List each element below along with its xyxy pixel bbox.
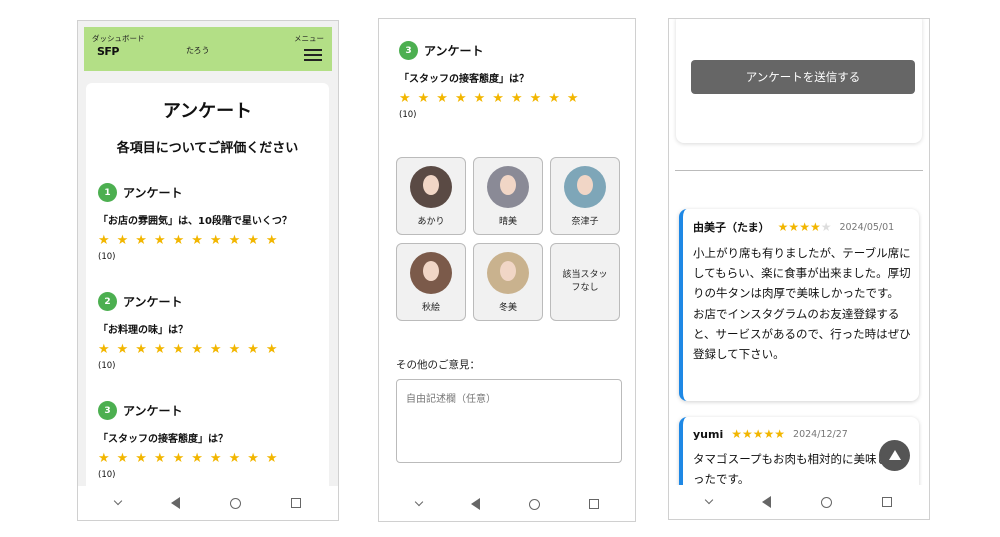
review-body: 小上がり席も有りましたが、テーブル席にしてもらい、楽に食事が出来ました。厚切りの… (693, 246, 911, 362)
chevron-down-icon[interactable] (113, 496, 123, 506)
question-label: アンケート (123, 295, 183, 309)
question-text: 「お料理の味」は？ (98, 325, 188, 336)
review-date: 2024/12/27 (793, 428, 848, 440)
recents-icon[interactable] (291, 498, 301, 508)
review-stars: ★★★★★ (777, 220, 832, 234)
android-nav-bar (669, 485, 929, 519)
question-text: 「スタッフの接客態度」は？ (98, 434, 228, 445)
rating-score: (10) (399, 110, 417, 120)
staff-name: 冬美 (498, 302, 517, 313)
question-2: 2 アンケート 「お料理の味」は？ ★★★★★★★★★★ (10) (98, 292, 318, 371)
staff-card-harumi[interactable]: 晴美 (473, 157, 543, 235)
star-rating[interactable]: ★★★★★★★★★★ (98, 451, 318, 466)
staff-avatar (487, 165, 529, 208)
question-text: 「お店の雰囲気」は、10段階で星いくつ？ (98, 216, 292, 227)
staff-card-akari[interactable]: あかり (396, 157, 466, 235)
phone-survey-top: ダッシュボード SFP たろう メニュー アンケート 各項目についてご評価くださ… (77, 20, 339, 521)
reviewer-name: yumi (693, 427, 724, 441)
back-icon[interactable] (171, 497, 180, 509)
step-number: 3 (98, 401, 117, 420)
app-header: ダッシュボード SFP たろう メニュー (84, 27, 332, 71)
staff-card-natsuko[interactable]: 奈津子 (550, 157, 620, 235)
sfp-logo[interactable]: SFP (97, 45, 120, 58)
staff-name: 奈津子 (571, 216, 599, 227)
hamburger-menu-icon[interactable] (304, 49, 322, 64)
home-icon[interactable] (230, 497, 241, 509)
back-icon[interactable] (470, 498, 480, 510)
staff-name: あかり (417, 216, 445, 227)
review-date: 2024/05/01 (839, 221, 895, 233)
staff-avatar (564, 165, 606, 208)
question-label: アンケート (123, 404, 183, 418)
other-opinion-label: その他のご意見： (396, 359, 480, 371)
scroll-to-top-button[interactable] (879, 440, 910, 471)
recents-icon[interactable] (588, 499, 599, 509)
review-stars: ★★★★★ (731, 427, 786, 441)
step-number: 1 (98, 183, 117, 202)
home-icon[interactable] (528, 498, 540, 510)
star-rating[interactable]: ★★★★★★★★★★ (98, 233, 318, 248)
divider (675, 170, 923, 171)
dashboard-link[interactable]: ダッシュボード (92, 33, 145, 44)
question-1: 1 アンケート 「お店の雰囲気」は、10段階で星いくつ？ ★★★★★★★★★★ (… (98, 183, 318, 262)
rating-score: (10) (98, 252, 116, 262)
submit-card: アンケートを送信する (676, 19, 922, 143)
chevron-down-icon[interactable] (704, 495, 714, 505)
back-icon[interactable] (762, 496, 771, 508)
question-label: アンケート (424, 44, 484, 58)
submit-survey-button[interactable]: アンケートを送信する (691, 60, 915, 94)
user-name: たろう (186, 46, 210, 55)
android-nav-bar (379, 487, 635, 521)
menu-label: メニュー (294, 34, 324, 43)
review-card: 由美子（たま） ★★★★★ 2024/05/01 小上がり席も有りましたが、テー… (679, 209, 919, 401)
star-rating[interactable]: ★★★★★★★★★★ (399, 91, 629, 106)
recents-icon[interactable] (882, 497, 892, 507)
staff-name: 晴美 (498, 216, 517, 227)
question-3: 3 アンケート 「スタッフの接客態度」は？ ★★★★★★★★★★ (10) (98, 401, 318, 480)
staff-avatar (410, 165, 452, 208)
staff-card-akie[interactable]: 秋絵 (396, 243, 466, 321)
page-subtitle: 各項目についてご評価ください (116, 141, 299, 156)
staff-selector: あかり 晴美 奈津子 秋絵 冬美 該当スタッフなし (396, 157, 622, 321)
staff-avatar (410, 251, 452, 294)
question-label: アンケート (123, 186, 183, 200)
step-number: 3 (399, 41, 418, 60)
no-staff-label: 該当スタッフなし (562, 269, 608, 294)
home-icon[interactable] (821, 496, 832, 508)
chevron-down-icon[interactable] (414, 497, 423, 507)
question-3: 3 アンケート 「スタッフの接客態度」は？ ★★★★★★★★★★ (10) (399, 41, 629, 120)
staff-card-none[interactable]: 該当スタッフなし (550, 243, 620, 321)
step-number: 2 (98, 292, 117, 311)
page-title: アンケート (162, 101, 253, 122)
staff-name: 秋絵 (421, 302, 440, 313)
android-nav-bar (78, 486, 338, 520)
reviewer-name: 由美子（たま） (693, 221, 770, 234)
free-comment-textarea[interactable]: 自由記述欄（任意） (396, 379, 622, 463)
staff-avatar (487, 251, 529, 294)
staff-card-fuyumi[interactable]: 冬美 (473, 243, 543, 321)
rating-score: (10) (98, 470, 116, 480)
survey-card: アンケート 各項目についてご評価ください 1 アンケート 「お店の雰囲気」は、10… (86, 83, 329, 493)
rating-score: (10) (98, 361, 116, 371)
phone-reviews: アンケートを送信する 由美子（たま） ★★★★★ 2024/05/01 小上がり… (668, 18, 930, 520)
phone-survey-staff: 3 アンケート 「スタッフの接客態度」は？ ★★★★★★★★★★ (10) あかり… (378, 18, 636, 522)
star-rating[interactable]: ★★★★★★★★★★ (98, 342, 318, 357)
arrow-up-icon (888, 449, 901, 460)
question-text: 「スタッフの接客態度」は？ (399, 74, 529, 85)
